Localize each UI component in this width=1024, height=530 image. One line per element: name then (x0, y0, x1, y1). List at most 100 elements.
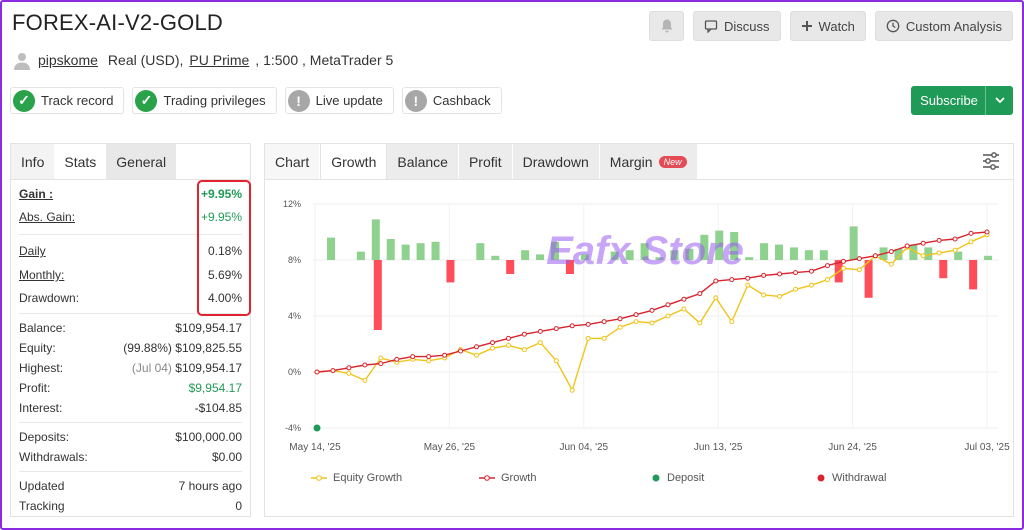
tab-margin[interactable]: Margin New (599, 144, 698, 179)
new-badge: New (658, 155, 687, 168)
tab-drawdown[interactable]: Drawdown (512, 144, 600, 179)
equity-growth-point (793, 286, 799, 292)
tab-profit[interactable]: Profit (458, 144, 513, 179)
notify-button[interactable] (649, 11, 685, 41)
watch-button[interactable]: Watch (789, 11, 866, 41)
stat-interest: Interest: -$104.85 (19, 398, 242, 418)
stat-label[interactable]: Gain : (19, 187, 53, 201)
sliders-icon[interactable] (981, 151, 1001, 176)
growth-chart[interactable]: 12% 8% 4% 0% -4% May 14, '25 May 26, '25 Jun 04… (265, 180, 1013, 516)
exclamation-icon: ! (404, 89, 427, 112)
badge-trading-privileges[interactable]: ✓ Trading privileges (132, 87, 277, 114)
stat-tracking: Tracking 0 (19, 496, 242, 516)
tab-growth[interactable]: Growth (320, 144, 388, 179)
x-tick-label: May 14, '25 (289, 442, 341, 453)
equity-growth-point (968, 239, 974, 245)
stat-value: 0 (235, 499, 242, 513)
growth-point (569, 323, 575, 329)
bell-icon (659, 18, 675, 34)
daily-gain-bar (356, 251, 365, 260)
chart-tabs: Chart Growth Balance Profit Drawdown Mar… (265, 144, 1013, 180)
tab-balance[interactable]: Balance (387, 144, 459, 179)
check-icon: ✓ (13, 89, 35, 112)
stat-label[interactable]: Daily (19, 244, 46, 258)
tab-margin-label: Margin (609, 153, 653, 170)
tab-stats[interactable]: Stats (54, 144, 107, 179)
equity-growth-point (489, 345, 495, 351)
divider (19, 471, 242, 472)
growth-point (649, 307, 655, 313)
legend-growth[interactable]: Growth (479, 472, 536, 484)
badge-track-record[interactable]: ✓ Track record (10, 87, 125, 114)
equity-growth-point (697, 320, 703, 326)
daily-gain-bar (401, 244, 410, 260)
custom-analysis-label: Custom Analysis (905, 18, 1002, 34)
account-owner-line: pipskome Real (USD), PU Prime , 1:500 , … (12, 50, 393, 70)
badge-cashback[interactable]: ! Cashback (401, 87, 502, 114)
growth-point (505, 335, 511, 341)
growth-point (330, 368, 336, 374)
stat-value: $109,954.17 (175, 321, 242, 335)
account-type: Real (USD), (107, 52, 184, 68)
custom-analysis-button[interactable]: Custom Analysis (874, 11, 1013, 41)
daily-gain-bar (984, 255, 993, 260)
growth-point (442, 352, 448, 358)
equity-growth-point (553, 358, 559, 364)
stat-label: Balance: (19, 321, 66, 335)
daily-gain-bar (491, 255, 500, 260)
growth-point (793, 270, 799, 276)
legend-deposit[interactable]: Deposit (651, 472, 704, 484)
exclamation-icon: ! (287, 89, 310, 112)
badge-live-update[interactable]: ! Live update (284, 87, 394, 114)
stat-label: Profit: (19, 381, 51, 395)
stat-label: Equity: (19, 341, 56, 355)
growth-point (745, 275, 751, 281)
equity-growth-point (617, 324, 623, 330)
growth-point (665, 302, 671, 308)
stat-label[interactable]: Monthly: (19, 268, 64, 282)
growth-point (697, 291, 703, 297)
stat-label[interactable]: Abs. Gain: (19, 210, 75, 224)
y-tick-label: 4% (288, 311, 301, 321)
tab-info[interactable]: Info (11, 144, 55, 179)
equity-growth-point (777, 293, 783, 299)
daily-loss-bar (969, 260, 978, 290)
top-actions: Discuss Watch Custom Analysis (649, 11, 1013, 41)
daily-gain-bar (416, 243, 425, 260)
growth-point (378, 361, 384, 367)
stat-label: Tracking (19, 499, 65, 513)
growth-point (856, 256, 862, 262)
legend-withdrawal[interactable]: Withdrawal (816, 472, 886, 484)
stat-profit: Profit: $9,954.17 (19, 378, 242, 398)
equity-growth-point (362, 377, 368, 383)
daily-gain-bar (386, 239, 395, 260)
watermark-text: Eafx Store (546, 229, 744, 273)
stat-label: Drawdown: (19, 291, 80, 305)
comment-icon (704, 19, 718, 33)
legend-label: Growth (501, 472, 537, 484)
legend-equity-growth[interactable]: Equity Growth (311, 472, 402, 484)
clock-icon (886, 19, 900, 33)
daily-gain-bar (760, 243, 769, 260)
growth-point (809, 268, 815, 274)
daily-gain-bar (476, 243, 485, 260)
avatar[interactable] (12, 50, 32, 70)
growth-point (824, 263, 830, 269)
discuss-button[interactable]: Discuss (693, 11, 781, 41)
chevron-down-icon[interactable] (985, 86, 1013, 115)
subscribe-button[interactable]: Subscribe (911, 86, 1013, 115)
legend-label: Withdrawal (832, 472, 887, 484)
equity-growth-point (681, 306, 687, 312)
broker-link[interactable]: PU Prime (189, 52, 249, 68)
stat-label: Highest: (19, 361, 64, 375)
stats-tabs: Info Stats General (11, 144, 250, 180)
equity-growth-point (840, 265, 846, 271)
growth-point (920, 240, 926, 246)
equity-growth-point (809, 282, 815, 288)
y-tick-label: 0% (288, 367, 301, 377)
owner-link[interactable]: pipskome (38, 52, 98, 68)
growth-point (633, 312, 639, 318)
tab-chart[interactable]: Chart (265, 144, 321, 179)
equity-growth-point (633, 319, 639, 325)
tab-general[interactable]: General (106, 144, 177, 179)
